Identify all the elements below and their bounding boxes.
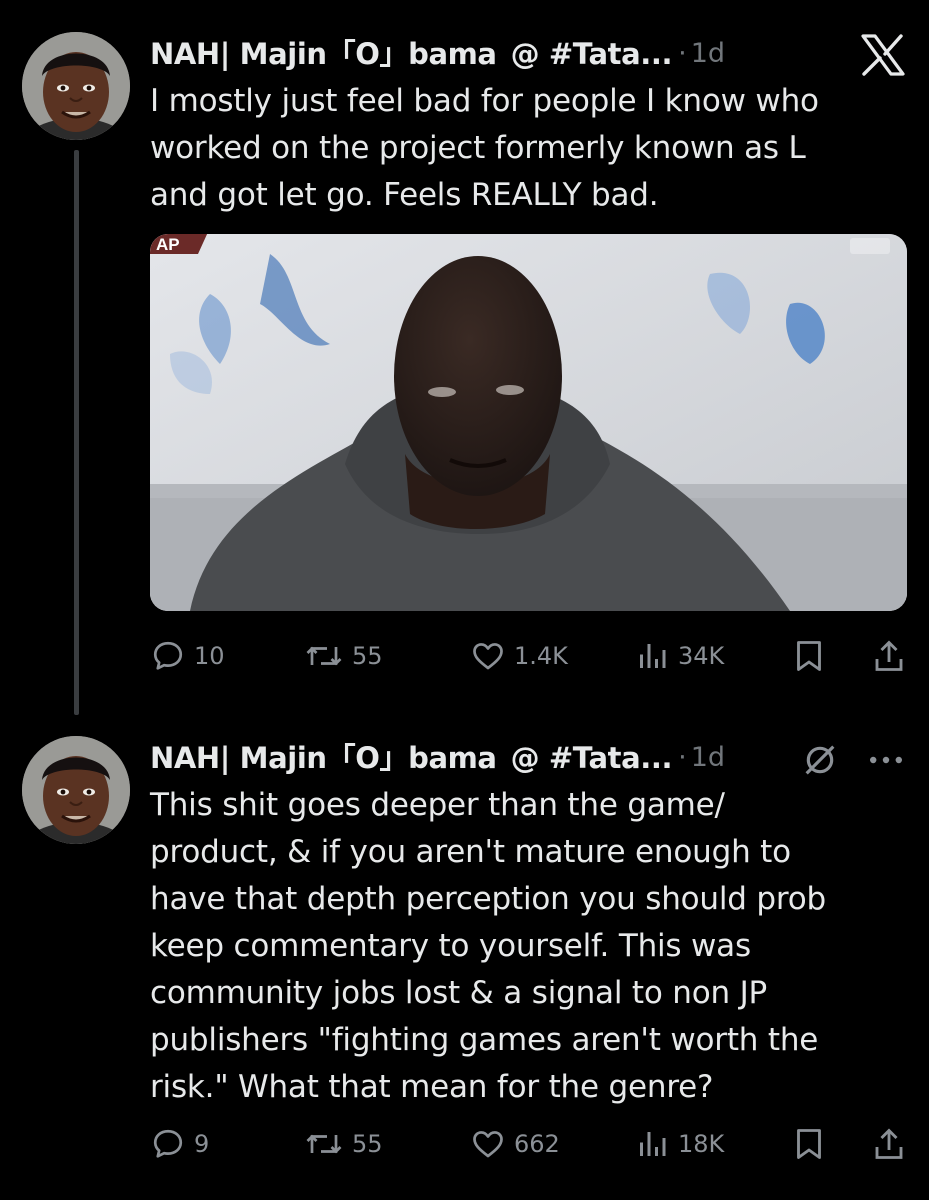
- avatar[interactable]: [22, 32, 130, 140]
- like-button[interactable]: 1.4K: [470, 634, 568, 678]
- bookmark-button[interactable]: [792, 634, 826, 678]
- like-count: 1.4K: [514, 642, 568, 670]
- tweet-text: This shit goes deeper than the game/ pro…: [150, 787, 827, 1105]
- reply-button[interactable]: 10: [150, 634, 225, 678]
- tweet-header: NAH| Majin「O」bama @ #Tata... · 1d: [150, 736, 725, 780]
- timestamp[interactable]: 1d: [691, 736, 725, 780]
- reply-button[interactable]: 9: [150, 1122, 209, 1166]
- mute-icon[interactable]: [800, 740, 840, 780]
- view-count: 18K: [678, 1130, 725, 1158]
- reply-count: 9: [194, 1130, 210, 1158]
- views-button[interactable]: 34K: [634, 634, 724, 678]
- repost-button[interactable]: 55: [304, 1122, 383, 1166]
- tweet-1[interactable]: NAH| Majin「O」bama @ #Tata... · 1d I most…: [0, 28, 929, 728]
- tweet-actions: 9 55 662 18K: [150, 1122, 910, 1166]
- share-icon: [875, 640, 903, 671]
- reply-count: 10: [194, 642, 225, 670]
- tweet-actions: 10 55 1.4K 34K: [150, 634, 910, 678]
- thread-line: [74, 150, 79, 715]
- display-name[interactable]: NAH| Majin「O」bama: [150, 32, 497, 76]
- share-button[interactable]: [872, 1122, 906, 1166]
- reply-icon: [153, 1129, 183, 1158]
- bookmark-button[interactable]: [792, 1122, 826, 1166]
- repost-button[interactable]: 55: [304, 634, 383, 678]
- share-button[interactable]: [872, 634, 906, 678]
- views-button[interactable]: 18K: [634, 1122, 724, 1166]
- tweet-video[interactable]: AP: [150, 234, 907, 611]
- x-logo-icon: [860, 34, 906, 76]
- repost-icon: [306, 1134, 342, 1154]
- share-icon: [875, 1128, 903, 1159]
- tweet-header: NAH| Majin「O」bama @ #Tata... · 1d: [150, 32, 725, 76]
- repost-count: 55: [352, 1130, 383, 1158]
- heart-icon: [473, 1131, 503, 1158]
- timestamp[interactable]: 1d: [691, 32, 725, 76]
- like-button[interactable]: 662: [470, 1122, 560, 1166]
- user-handle[interactable]: @ #Tata...: [511, 736, 673, 780]
- separator-dot: ·: [678, 38, 687, 69]
- avatar[interactable]: [22, 736, 130, 844]
- like-count: 662: [514, 1130, 560, 1158]
- separator-dot: ·: [678, 742, 687, 773]
- repost-count: 55: [352, 642, 383, 670]
- views-icon: [640, 644, 666, 668]
- more-icon[interactable]: [862, 740, 910, 780]
- views-icon: [640, 1132, 666, 1156]
- tweet-text: I mostly just feel bad for people I know…: [150, 83, 819, 213]
- bookmark-icon: [797, 1129, 821, 1159]
- view-count: 34K: [678, 642, 725, 670]
- heart-icon: [473, 643, 503, 670]
- repost-icon: [306, 646, 342, 666]
- user-handle[interactable]: @ #Tata...: [511, 32, 673, 76]
- reply-icon: [153, 641, 183, 670]
- display-name[interactable]: NAH| Majin「O」bama: [150, 736, 497, 780]
- bookmark-icon: [797, 641, 821, 671]
- tweet-2[interactable]: NAH| Majin「O」bama @ #Tata... · 1d This s…: [0, 732, 929, 1200]
- media-badge: AP: [156, 235, 180, 254]
